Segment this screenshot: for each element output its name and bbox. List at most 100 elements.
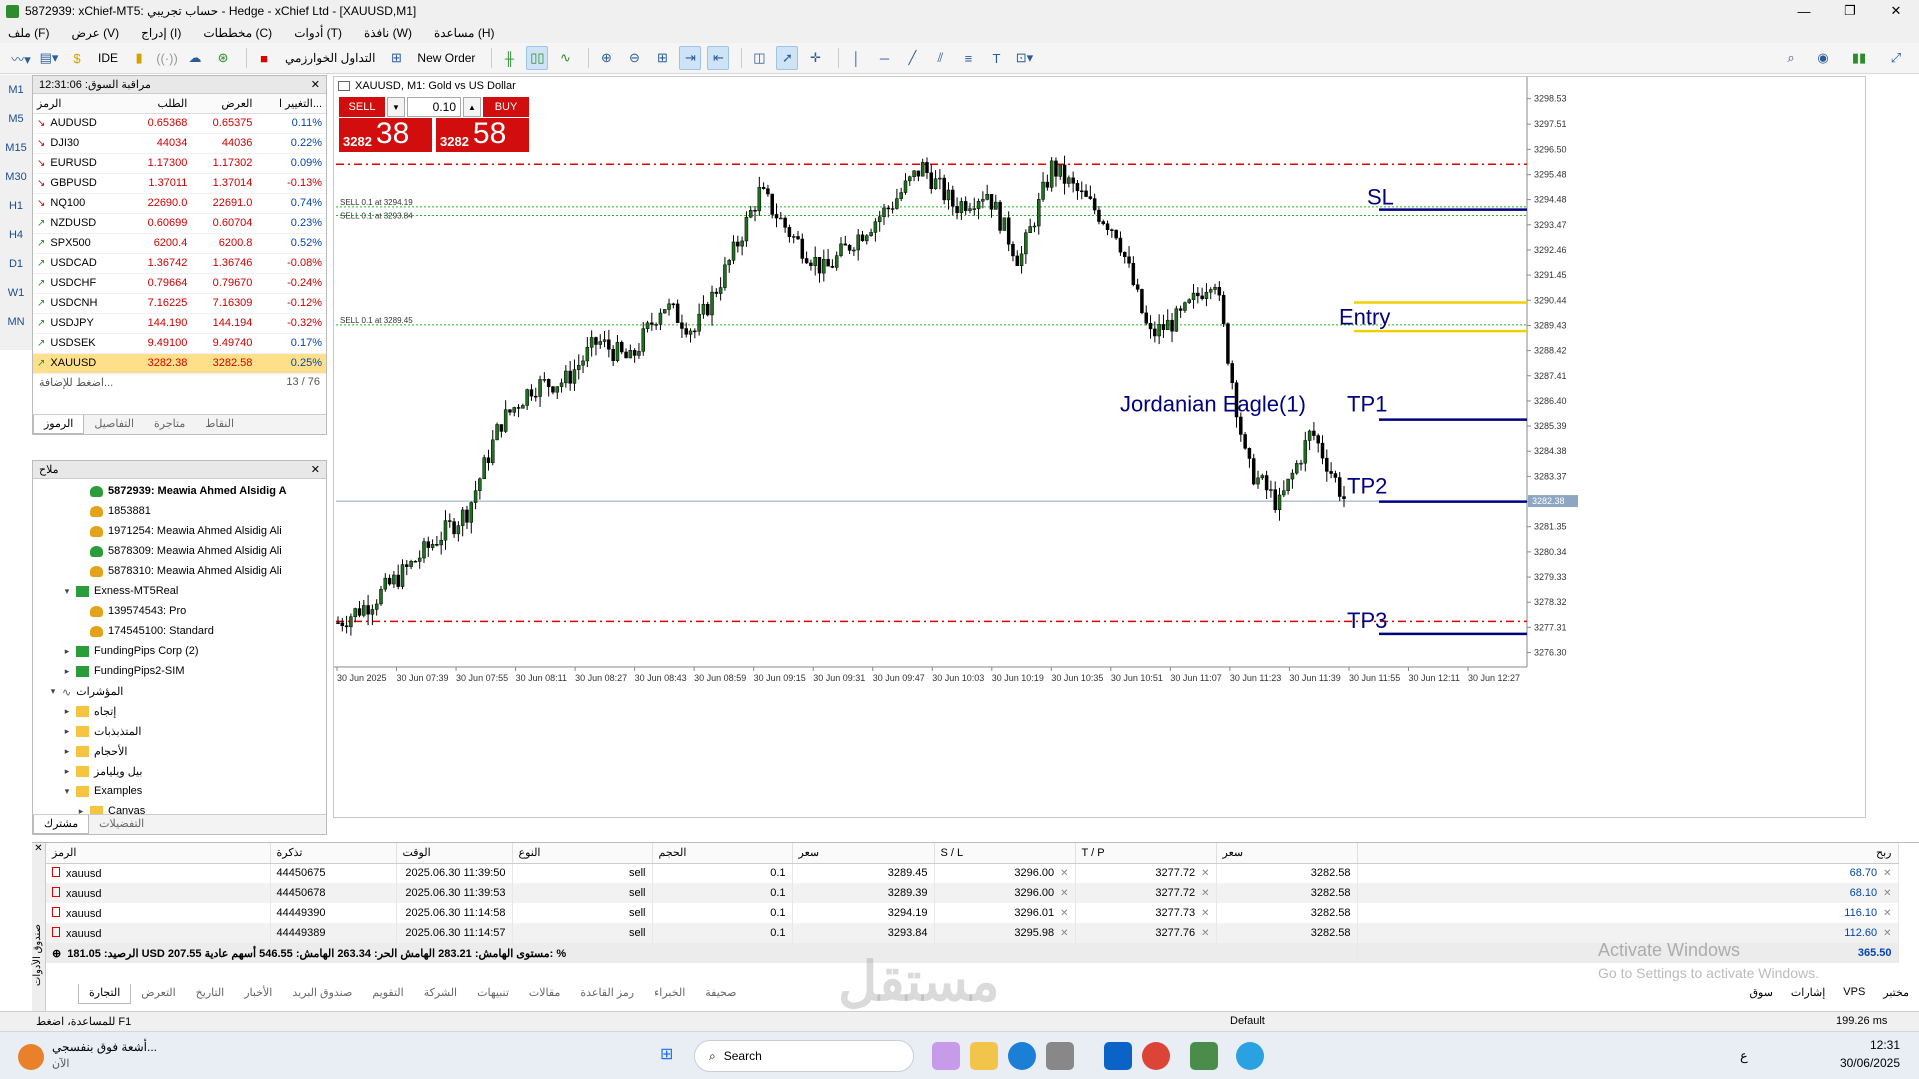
account-icon[interactable]: ◉: [1812, 46, 1834, 70]
tf-m30[interactable]: M30: [0, 162, 32, 191]
close-icon[interactable]: ✕: [1883, 928, 1891, 939]
file-explorer-icon[interactable]: [970, 1042, 998, 1070]
tab-trading[interactable]: متاجرة: [144, 415, 195, 434]
telegram-icon[interactable]: [1236, 1042, 1264, 1070]
toolbox-tab[interactable]: التعرض: [131, 984, 185, 1004]
close-icon[interactable]: ✕: [1060, 888, 1068, 899]
chevron-down-icon[interactable]: ▾: [47, 686, 59, 697]
trades-col-2[interactable]: الوقت: [396, 843, 513, 864]
news-widget-title[interactable]: أشعة فوق بنفسجي...: [52, 1040, 157, 1054]
chevron-right-icon[interactable]: ▸: [61, 666, 73, 677]
menu-insert[interactable]: إدراج (I): [141, 26, 181, 40]
market-watch-row[interactable]: ↘ EURUSD 1.17300 1.17302 0.09%: [33, 153, 326, 174]
close-icon[interactable]: ✕: [1201, 888, 1209, 899]
close-icon[interactable]: ✕: [1201, 908, 1209, 919]
ide-button[interactable]: IDE: [94, 46, 122, 70]
tf-mn[interactable]: MN: [0, 307, 32, 336]
chevron-down-icon[interactable]: ▾: [61, 586, 73, 597]
menu-help[interactable]: مساعدة (H): [434, 26, 495, 40]
close-icon[interactable]: ✕: [1060, 908, 1068, 919]
add-symbol-link[interactable]: اضغط للإضافة...: [39, 376, 113, 389]
bar-chart-icon[interactable]: ╫: [498, 46, 520, 70]
candlestick-icon[interactable]: ▯▯: [526, 46, 549, 70]
minimize-button[interactable]: —: [1781, 0, 1827, 22]
trades-col-8[interactable]: سعر: [1216, 843, 1358, 864]
templates-icon[interactable]: ▤▾: [38, 46, 60, 70]
cloud-icon[interactable]: ☁: [184, 46, 206, 70]
toolbox-tab[interactable]: الأخبار: [234, 984, 282, 1004]
taskbar-search[interactable]: ⌕ Search: [694, 1040, 914, 1072]
navigator-item[interactable]: 139574543: Pro: [33, 601, 326, 621]
trades-col-1[interactable]: تذكرة: [270, 843, 397, 864]
buy-button[interactable]: BUY: [483, 97, 529, 117]
market-watch-row[interactable]: ↗ USDSEK 9.49100 9.49740 0.17%: [33, 333, 326, 354]
close-icon[interactable]: ✕: [1883, 868, 1891, 879]
navigator-item[interactable]: ▾ Examples: [33, 781, 326, 801]
trades-col-7[interactable]: T / P: [1075, 843, 1217, 864]
sell-button[interactable]: SELL: [339, 97, 385, 117]
navigator-item[interactable]: 174545100: Standard: [33, 621, 326, 641]
chevron-right-icon[interactable]: ▸: [61, 706, 73, 717]
store-icon[interactable]: [1046, 1042, 1074, 1070]
tf-m1[interactable]: M1: [0, 75, 32, 104]
chart-type-icon[interactable]: 〰▾: [10, 46, 32, 70]
channel-icon[interactable]: ⫽: [929, 46, 951, 70]
expand-icon[interactable]: ⤢: [1885, 46, 1907, 70]
col-change[interactable]: التغيير ا...: [256, 94, 326, 114]
toolbox-tab[interactable]: صندوق البريد: [282, 984, 362, 1004]
toolbox-tab[interactable]: مقالات: [519, 984, 570, 1004]
fibonacci-icon[interactable]: ≡: [957, 46, 979, 70]
market-watch-row[interactable]: ↗ USDCAD 1.36742 1.36746 -0.08%: [33, 253, 326, 274]
tf-d1[interactable]: D1: [0, 249, 32, 278]
tab-favorites[interactable]: التفضيلات: [89, 815, 154, 834]
chevron-right-icon[interactable]: ▸: [61, 746, 73, 757]
chevron-down-icon[interactable]: ▾: [61, 786, 73, 797]
tf-m15[interactable]: M15: [0, 133, 32, 162]
close-icon[interactable]: ✕: [1060, 868, 1068, 879]
tf-w1[interactable]: W1: [0, 278, 32, 307]
algo-trading-icon[interactable]: ■: [253, 46, 275, 70]
tab-details[interactable]: التفاصيل: [84, 415, 144, 434]
trades-col-4[interactable]: الحجم: [652, 843, 793, 864]
shapes-icon[interactable]: ⊡▾: [1013, 46, 1035, 70]
symbols-icon[interactable]: $: [66, 46, 88, 70]
navigator-item[interactable]: 1971254: Meawia Ahmed Alsidig Ali: [33, 521, 326, 541]
algo-trading-button[interactable]: التداول الخوارزمي: [281, 46, 379, 70]
search-icon[interactable]: ⌕: [1780, 46, 1802, 70]
navigator-item[interactable]: ▸ المتذبذبات: [33, 721, 326, 741]
chart-shift-icon[interactable]: ⇤: [707, 46, 730, 70]
volume-down-icon[interactable]: ▼: [387, 97, 405, 117]
trades-col-5[interactable]: سعر: [792, 843, 935, 864]
close-icon[interactable]: ✕: [32, 843, 45, 854]
market-watch-row[interactable]: ↗ USDCNH 7.16225 7.16309 -0.12%: [33, 293, 326, 314]
toolbox-tab[interactable]: الخبراء: [644, 984, 695, 1004]
outlook-icon[interactable]: [1104, 1042, 1132, 1070]
navigator-item[interactable]: ▸ إتجاه: [33, 701, 326, 721]
volume-input[interactable]: 0.10: [407, 97, 461, 117]
tab-ticks[interactable]: النقاط: [195, 415, 244, 434]
tab-tester[interactable]: مختبر: [1883, 986, 1909, 999]
trade-row[interactable]: xauusd 44449390 2025.06.30 11:14:58 sell 0.1…: [46, 903, 1899, 923]
auto-scroll-icon[interactable]: ⇥: [679, 46, 702, 70]
clock-time[interactable]: 12:31: [1820, 1038, 1900, 1052]
toolbox-tab[interactable]: الشركة: [414, 984, 467, 1004]
crosshair-icon[interactable]: ✛: [804, 46, 826, 70]
copilot-icon[interactable]: [932, 1042, 960, 1070]
market-watch-row[interactable]: ↗ NZDUSD 0.60699 0.60704 0.23%: [33, 213, 326, 234]
metatrader-icon[interactable]: [1190, 1042, 1218, 1070]
chrome-icon[interactable]: [1142, 1042, 1170, 1070]
trade-row[interactable]: xauusd 44450678 2025.06.30 11:39:53 sell 0.1…: [46, 883, 1899, 903]
weather-icon[interactable]: [18, 1044, 44, 1070]
chevron-right-icon[interactable]: ▸: [61, 766, 73, 777]
navigator-item[interactable]: 5878310: Meawia Ahmed Alsidig Ali: [33, 561, 326, 581]
new-order-icon[interactable]: ⊞: [385, 46, 407, 70]
line-chart-icon[interactable]: ∿: [554, 46, 576, 70]
horizontal-line-icon[interactable]: ─: [873, 46, 895, 70]
menu-view[interactable]: عرض (V): [71, 26, 119, 40]
menu-window[interactable]: نافذة (W): [364, 26, 412, 40]
market-watch-row[interactable]: ↘ DJI30 44034 44036 0.22%: [33, 133, 326, 154]
col-symbol[interactable]: الرمز: [33, 94, 127, 114]
col-ask[interactable]: العرض: [191, 94, 257, 114]
market-watch-row[interactable]: ↗ USDJPY 144.190 144.194 -0.32%: [33, 313, 326, 334]
navigator-item[interactable]: ▸ الأحجام: [33, 741, 326, 761]
